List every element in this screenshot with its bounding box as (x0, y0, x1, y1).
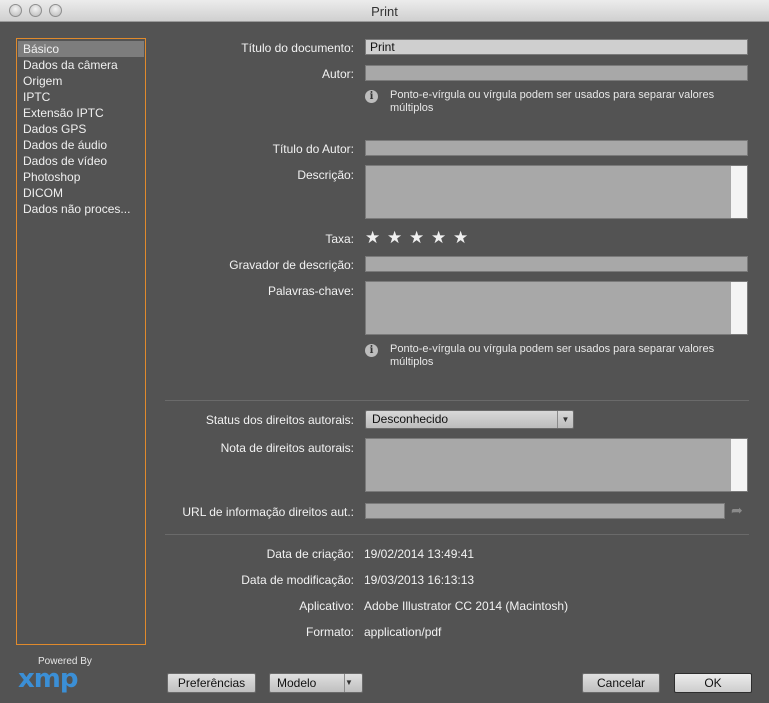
author-hint: i Ponto-e-vírgula ou vírgula podem ser u… (365, 89, 755, 115)
application-value: Adobe Illustrator CC 2014 (Macintosh) (364, 599, 569, 613)
copyright-url-input[interactable] (365, 503, 725, 519)
sidebar-item-dados-gps[interactable]: Dados GPS (18, 121, 144, 137)
preferences-button[interactable]: Preferências (167, 673, 256, 693)
sidebar-item-photoshop[interactable]: Photoshop (18, 169, 144, 185)
copyright-status-value: Desconhecido (372, 412, 449, 426)
description-label: Descrição: (297, 168, 354, 182)
sidebar-item-dados-nao-processados[interactable]: Dados não proces... (18, 201, 144, 217)
window-title: Print (371, 4, 398, 19)
format-label: Formato: (305, 625, 354, 639)
ok-button[interactable]: OK (674, 673, 752, 693)
xmp-logo: Powered By xmp (18, 656, 98, 694)
application-label: Aplicativo: (299, 599, 354, 613)
title-bar: Print (0, 0, 769, 22)
keywords-scrollbar[interactable] (731, 282, 747, 334)
xmp-logo-text: xmp (18, 664, 78, 694)
author-title-label: Título do Autor: (272, 142, 354, 156)
copyright-notice-scrollbar[interactable] (731, 439, 747, 491)
sidebar-item-iptc[interactable]: IPTC (18, 89, 144, 105)
sidebar-item-origem[interactable]: Origem (18, 73, 144, 89)
description-writer-label: Gravador de descrição: (229, 258, 354, 272)
template-menu-button[interactable]: Modelo ▼ (269, 673, 363, 693)
star-icon[interactable]: ★ (387, 229, 409, 247)
keywords-label: Palavras-chave: (267, 284, 354, 298)
author-input[interactable] (365, 65, 748, 81)
star-icon[interactable]: ★ (453, 229, 475, 247)
sidebar-item-dados-camera[interactable]: Dados da câmera (18, 57, 144, 73)
format-value: application/pdf (364, 625, 442, 639)
modified-label: Data de modificação: (241, 573, 354, 587)
chevron-down-icon: ▼ (557, 411, 573, 428)
description-textarea[interactable] (365, 165, 748, 219)
rating-label: Taxa: (325, 232, 354, 246)
copyright-status-select[interactable]: Desconhecido ▼ (365, 410, 574, 429)
cancel-button[interactable]: Cancelar (582, 673, 660, 693)
category-list: Básico Dados da câmera Origem IPTC Exten… (16, 38, 146, 645)
star-icon[interactable]: ★ (365, 229, 387, 247)
rating-stars: ★ ★ ★ ★ ★ (365, 229, 475, 248)
description-scrollbar[interactable] (731, 166, 747, 218)
copyright-notice-textarea[interactable] (365, 438, 748, 492)
info-icon: i (365, 344, 378, 357)
keywords-textarea[interactable] (365, 281, 748, 335)
description-writer-input[interactable] (365, 256, 748, 272)
doc-title-label: Título do documento: (241, 41, 354, 55)
sidebar-item-extensao-iptc[interactable]: Extensão IPTC (18, 105, 144, 121)
star-icon[interactable]: ★ (431, 229, 453, 247)
created-label: Data de criação: (266, 547, 354, 561)
chevron-down-icon: ▼ (344, 674, 362, 692)
sidebar-item-dados-video[interactable]: Dados de vídeo (18, 153, 144, 169)
star-icon[interactable]: ★ (409, 229, 431, 247)
keywords-hint: i Ponto-e-vírgula ou vírgula podem ser u… (365, 343, 755, 369)
doc-title-input[interactable] (365, 39, 748, 55)
section-divider (165, 534, 749, 535)
copyright-status-label: Status dos direitos autorais: (205, 413, 354, 427)
template-label: Modelo (277, 676, 317, 690)
copyright-notice-label: Nota de direitos autorais: (220, 441, 354, 455)
sidebar-item-basico[interactable]: Básico (18, 41, 144, 57)
info-icon: i (365, 90, 378, 103)
author-label: Autor: (321, 67, 354, 81)
copyright-url-label: URL de informação direitos aut.: (182, 505, 354, 519)
author-title-input[interactable] (365, 140, 748, 156)
section-divider (165, 400, 749, 401)
go-to-url-icon[interactable]: ➦ (731, 502, 743, 519)
created-value: 19/02/2014 13:49:41 (364, 547, 475, 561)
sidebar-item-dados-audio[interactable]: Dados de áudio (18, 137, 144, 153)
sidebar-item-dicom[interactable]: DICOM (18, 185, 144, 201)
modified-value: 19/03/2013 16:13:13 (364, 573, 475, 587)
